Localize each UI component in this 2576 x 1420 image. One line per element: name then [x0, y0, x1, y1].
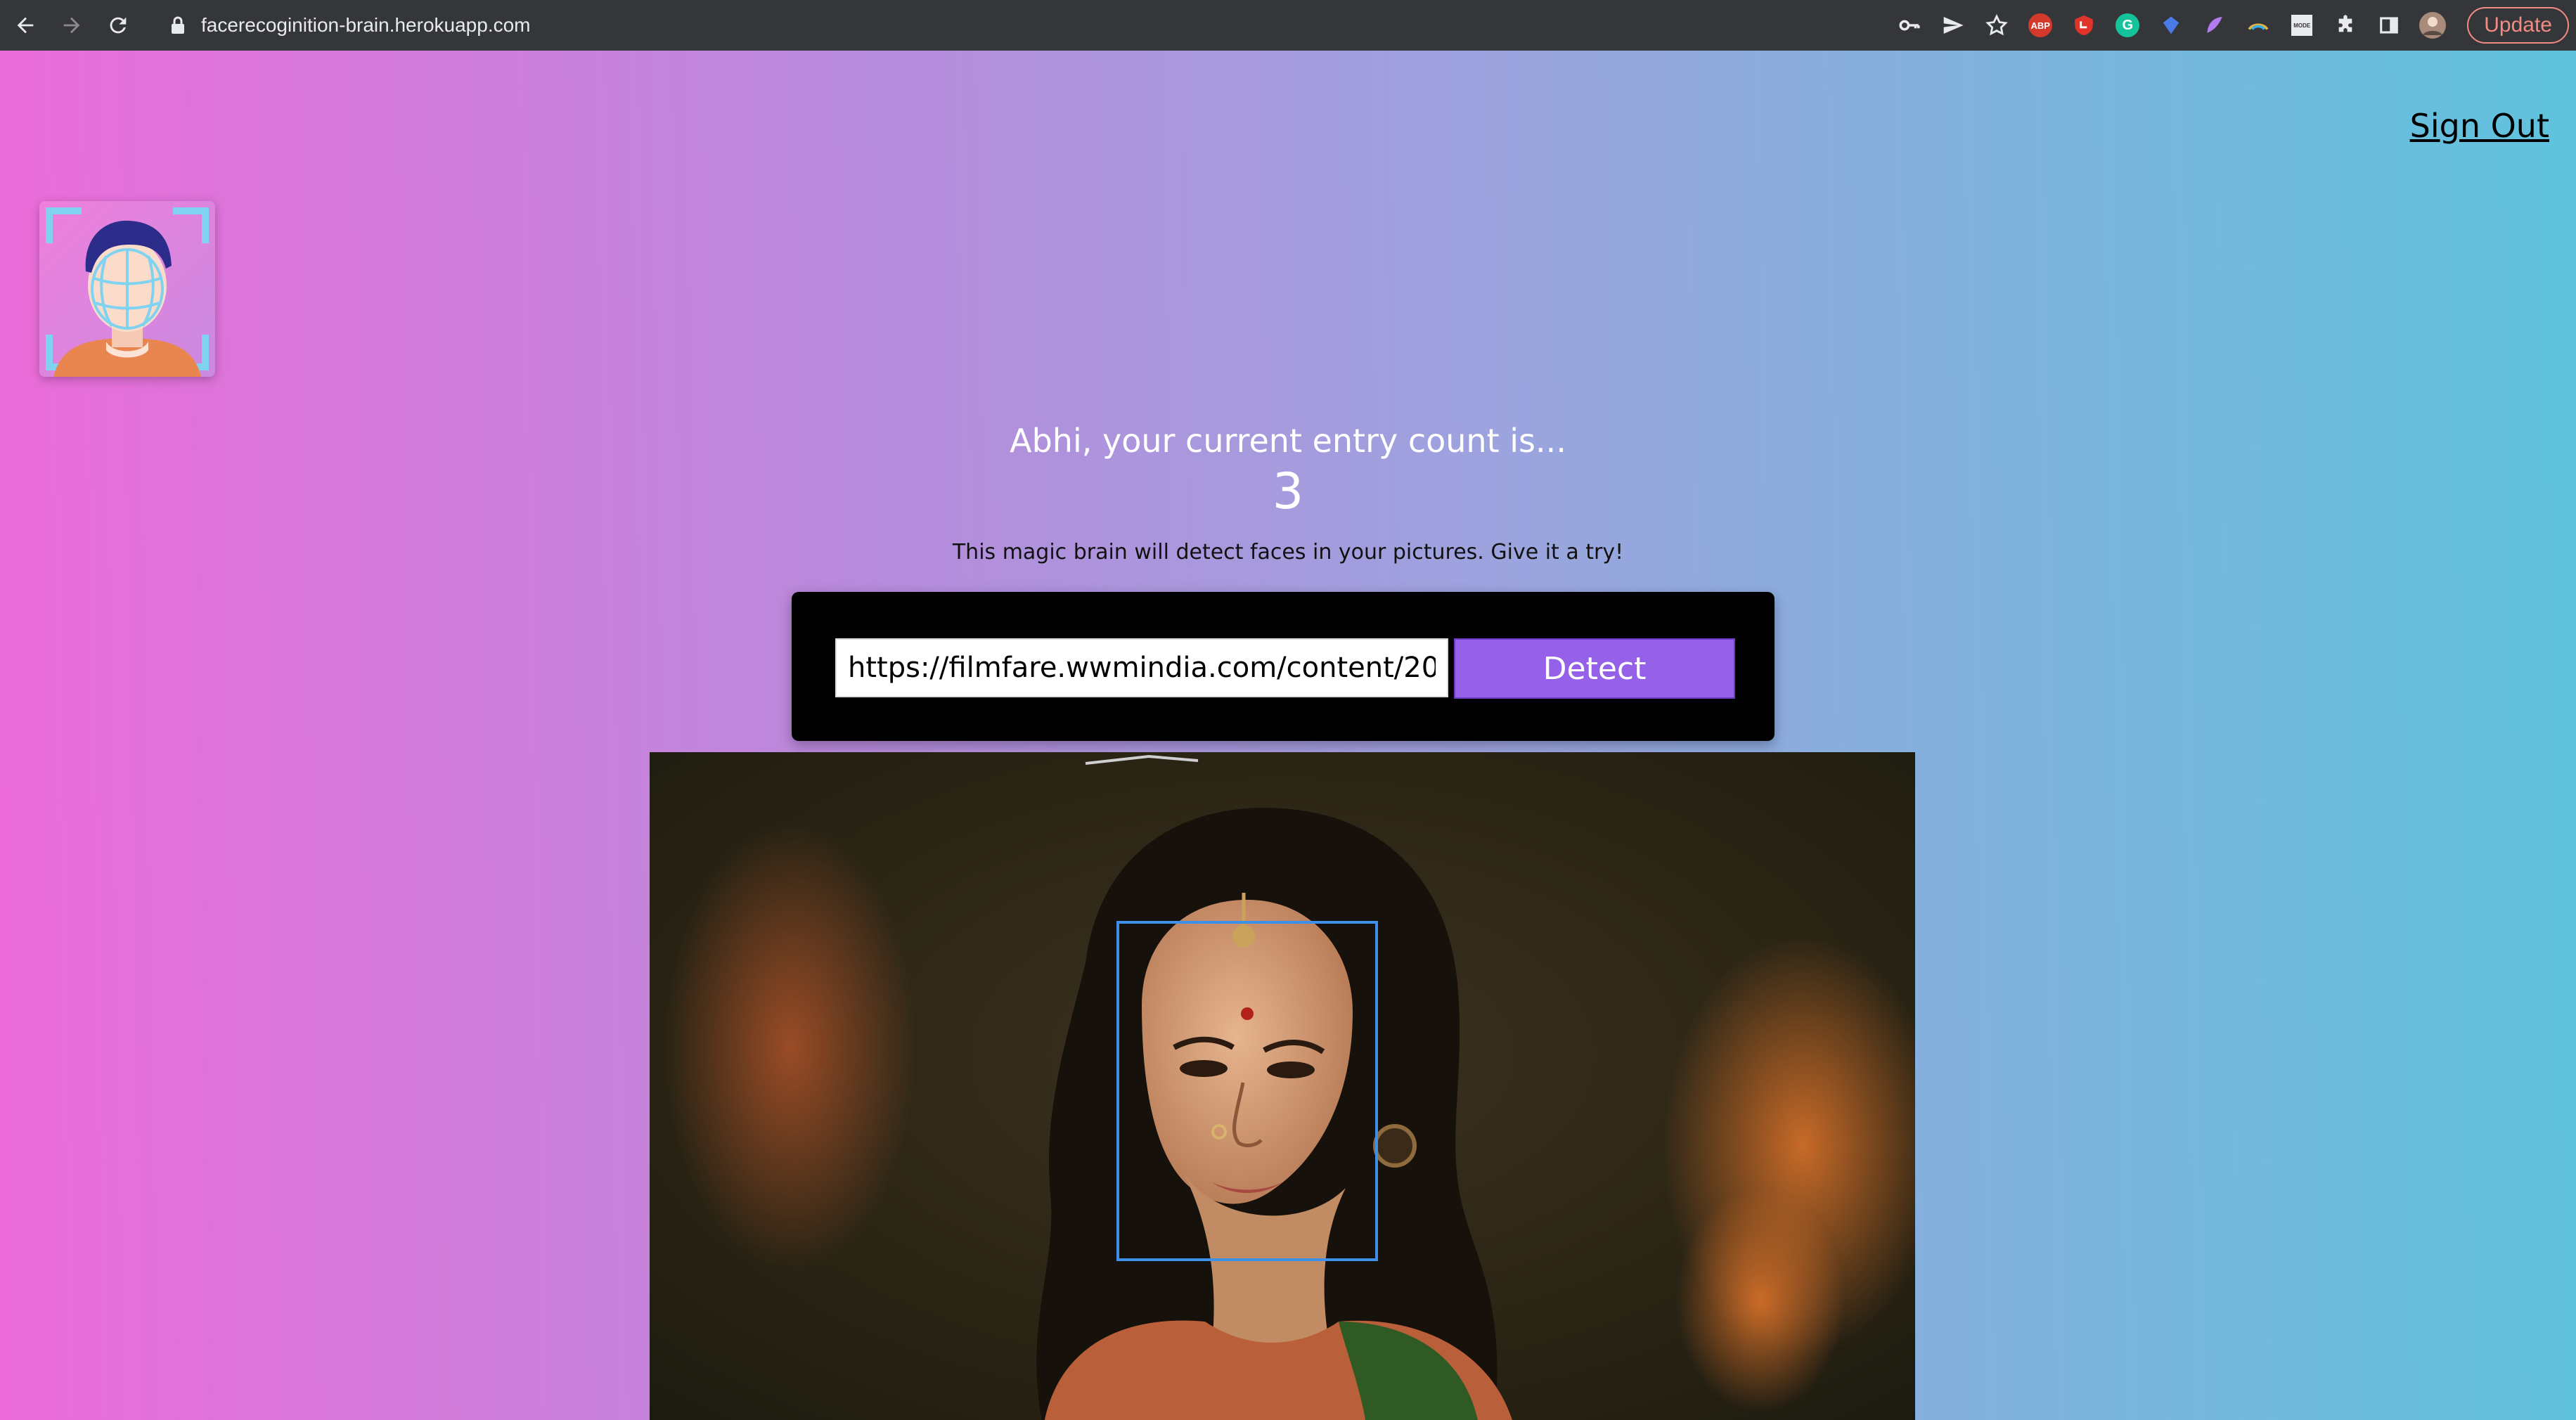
send-icon[interactable]	[1936, 8, 1970, 42]
adblock-icon[interactable]: ABP	[2023, 8, 2057, 42]
update-button[interactable]: Update	[2467, 7, 2569, 44]
extensions-puzzle-icon[interactable]	[2329, 8, 2362, 42]
extension-blue-icon[interactable]	[2154, 8, 2188, 42]
mode-icon[interactable]: MODE	[2285, 8, 2319, 42]
logo[interactable]	[39, 201, 215, 377]
browser-toolbar: facerecoginition-brain.herokuapp.com ABP…	[0, 0, 2576, 51]
star-icon[interactable]	[1980, 8, 2014, 42]
grammarly-icon[interactable]: G	[2111, 8, 2144, 42]
toolbar-actions: ABP G MODE Update	[1888, 0, 2576, 51]
image-link-form: Detect	[792, 592, 1775, 741]
reload-icon[interactable]	[97, 4, 139, 46]
sign-out-link[interactable]: Sign Out	[2410, 107, 2549, 145]
rainbow-icon[interactable]	[2241, 8, 2275, 42]
lock-icon[interactable]	[167, 11, 188, 39]
detected-image	[650, 752, 1915, 1420]
detect-button[interactable]: Detect	[1454, 638, 1735, 699]
address-bar[interactable]: facerecoginition-brain.herokuapp.com	[201, 14, 531, 37]
key-icon[interactable]	[1893, 8, 1926, 42]
page-background: Sign Out Abhi, your current entry count …	[0, 51, 2576, 1420]
image-url-input[interactable]	[835, 638, 1448, 697]
tagline: This magic brain will detect faces in yo…	[952, 540, 1624, 564]
feather-icon[interactable]	[2198, 8, 2232, 42]
face-bounding-box	[1116, 921, 1378, 1261]
ublock-icon[interactable]	[2067, 8, 2101, 42]
profile-avatar[interactable]	[2416, 8, 2449, 42]
side-panel-icon[interactable]	[2372, 8, 2406, 42]
back-icon[interactable]	[4, 4, 46, 46]
entry-count-title: Abhi, your current entry count is...	[1010, 422, 1566, 460]
face-scan-icon	[46, 207, 209, 377]
forward-icon[interactable]	[51, 4, 93, 46]
entry-count-value: 3	[1272, 463, 1304, 520]
